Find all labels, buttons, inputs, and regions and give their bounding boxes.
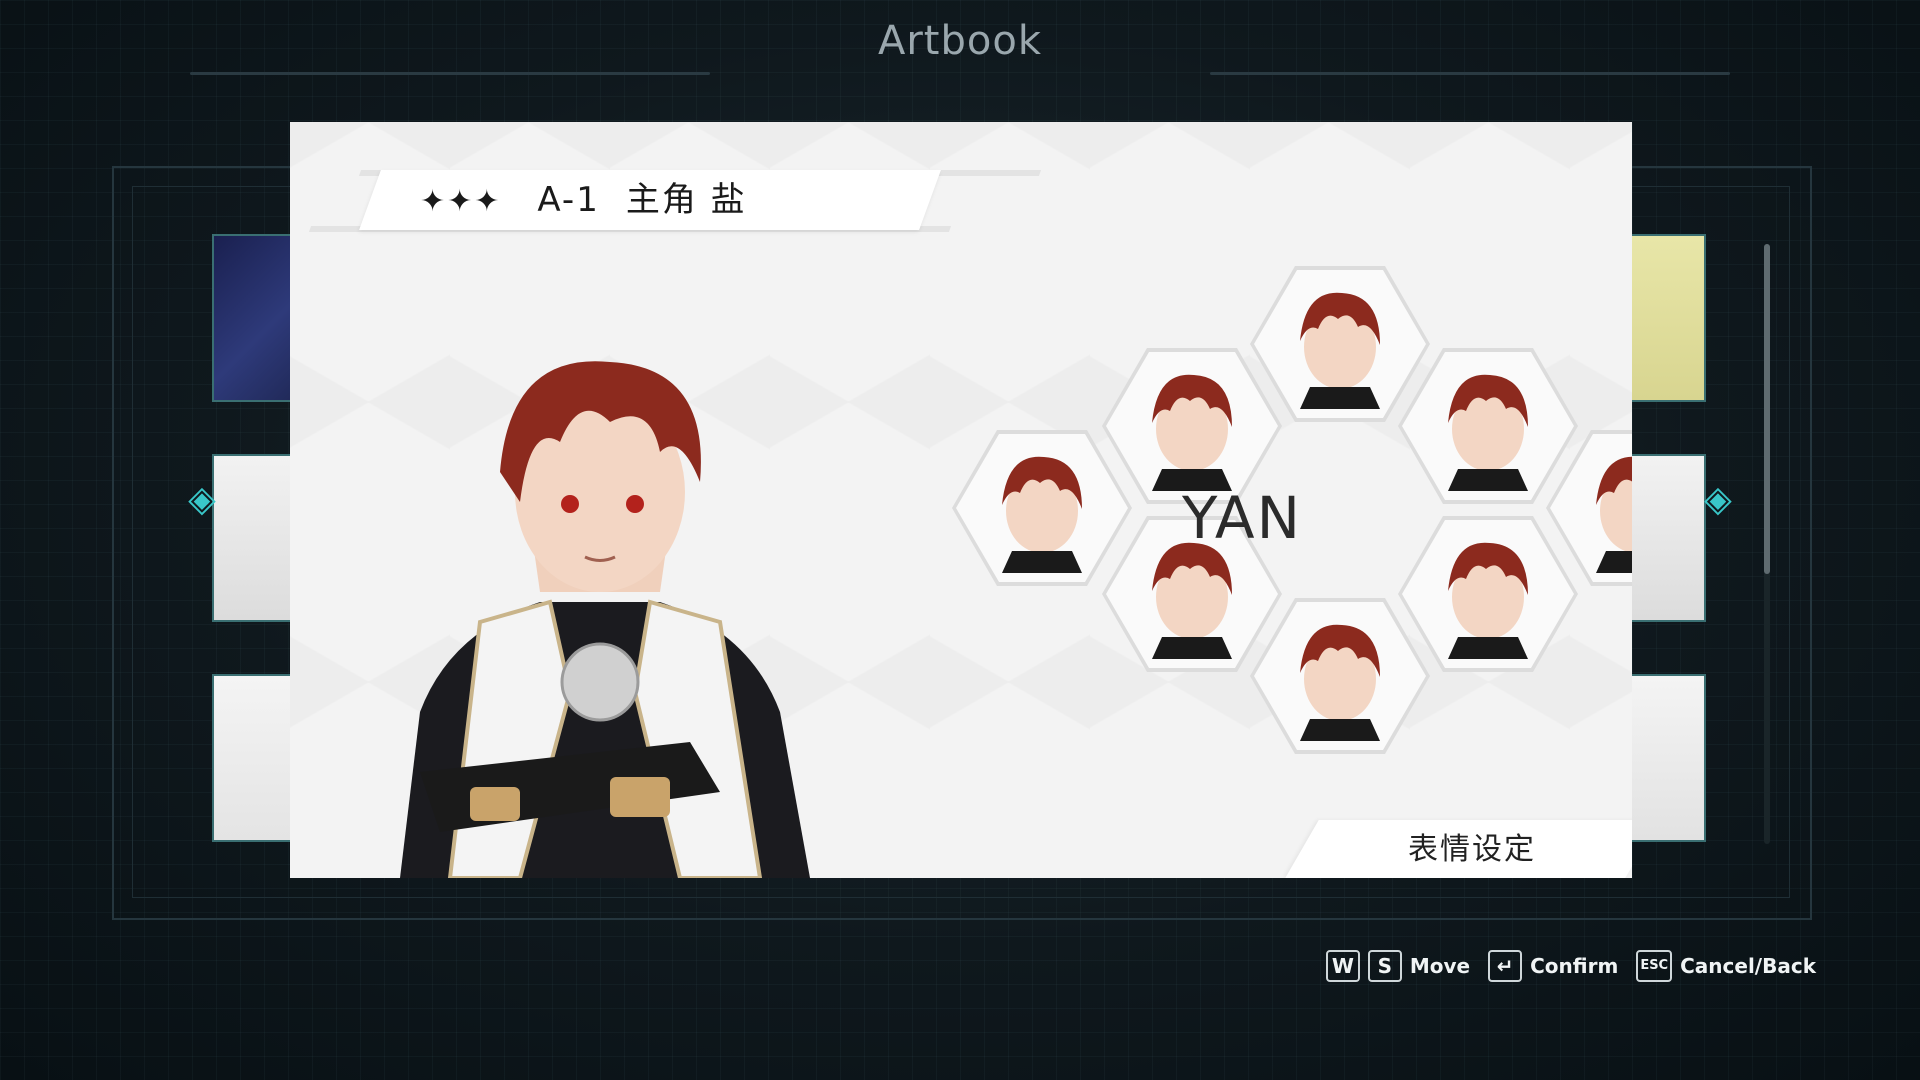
character-portrait bbox=[400, 361, 810, 878]
s-key-icon: S bbox=[1367, 950, 1402, 982]
confirm-label: Confirm bbox=[1530, 954, 1619, 978]
control-hints: W S Move ↵ Confirm ESC Cancel/Back bbox=[1325, 950, 1816, 982]
back-hint: ESC Cancel/Back bbox=[1636, 950, 1816, 982]
rarity-stars-icon: ✦✦✦ bbox=[420, 184, 502, 219]
page-title: Artbook bbox=[878, 18, 1042, 64]
artwork-title: ✦✦✦ A-1 主角 盐 bbox=[420, 174, 747, 226]
w-key-icon: W bbox=[1325, 950, 1360, 982]
header-decoration-left bbox=[190, 72, 710, 75]
expression-face-icon bbox=[1002, 456, 1082, 573]
expression-face-icon bbox=[1300, 624, 1380, 741]
confirm-hint: ↵ Confirm bbox=[1488, 950, 1618, 982]
next-arrow-icon[interactable]: ◈ bbox=[1698, 478, 1738, 522]
move-hint: W S Move bbox=[1325, 950, 1471, 982]
artwork-code: A-1 bbox=[537, 180, 600, 220]
back-label: Cancel/Back bbox=[1680, 954, 1816, 978]
artwork-name: 主角 盐 bbox=[625, 180, 747, 220]
expression-face-icon bbox=[1152, 374, 1232, 491]
expression-face-icon bbox=[1448, 374, 1528, 491]
scrollbar-thumb[interactable] bbox=[1764, 244, 1770, 574]
header-decoration-right bbox=[1210, 72, 1730, 75]
expression-face-icon bbox=[1448, 542, 1528, 659]
artwork-caption: 表情设定 bbox=[1408, 832, 1536, 867]
previous-arrow-icon[interactable]: ◈ bbox=[182, 478, 222, 522]
move-label: Move bbox=[1409, 954, 1471, 978]
enter-key-icon: ↵ bbox=[1488, 950, 1523, 982]
character-name: YAN bbox=[1182, 484, 1302, 552]
expression-face-icon bbox=[1596, 456, 1632, 573]
artwork-card: ✦✦✦ A-1 主角 盐 YAN 表情设定 bbox=[290, 122, 1632, 878]
esc-key-icon: ESC bbox=[1636, 950, 1673, 982]
expression-face-icon bbox=[1300, 292, 1380, 409]
